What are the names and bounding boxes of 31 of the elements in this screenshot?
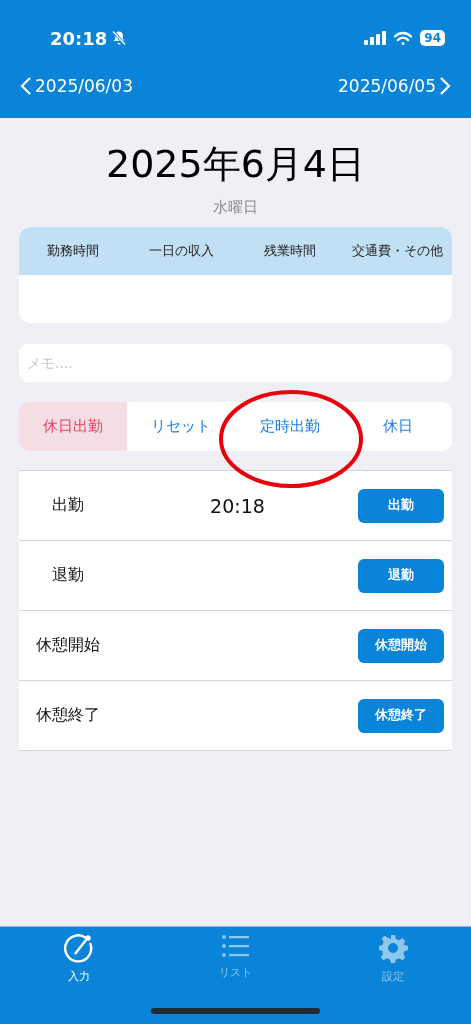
status-time: 20:18 xyxy=(50,27,108,49)
row-label: 退勤 xyxy=(51,565,85,586)
row-label: 出勤 xyxy=(51,495,85,516)
record-button[interactable]: 出勤 xyxy=(358,488,444,523)
segment-button[interactable]: 休日出勤 xyxy=(19,402,128,451)
row-label: 休憩終了 xyxy=(35,705,101,726)
record-button[interactable]: 休憩開始 xyxy=(358,628,444,663)
tab-bar-item[interactable]: リスト xyxy=(219,933,252,984)
weekday-label: 水曜日 xyxy=(212,198,259,217)
wifi-icon xyxy=(393,30,414,46)
column-header: 勤務時間 xyxy=(46,242,101,260)
bell-muted-icon xyxy=(111,30,128,46)
tab-bar-item[interactable]: 入力 xyxy=(63,933,94,984)
column-header: 交通費・その他 xyxy=(351,242,445,260)
pencil-icon xyxy=(63,933,94,963)
column-header: 一日の収入 xyxy=(147,242,215,260)
signal-icon xyxy=(364,31,387,45)
list-icon xyxy=(220,933,251,959)
chevron-right-icon xyxy=(439,76,451,96)
tab-bar-item[interactable]: 設定 xyxy=(377,933,408,984)
date-title: 2025年6月4日 xyxy=(104,141,367,188)
record-button[interactable]: 休憩終了 xyxy=(358,698,444,733)
record-button[interactable]: 退勤 xyxy=(358,558,444,593)
column-header: 残業時間 xyxy=(262,242,317,260)
time-value: 20:18 xyxy=(209,494,266,517)
battery-level: 94 xyxy=(420,30,445,46)
settings-icon xyxy=(377,933,408,963)
previous-day-button[interactable]: 2025/06/03 xyxy=(20,76,133,96)
chevron-left-icon xyxy=(20,76,32,96)
next-day-button[interactable]: 2025/06/05 xyxy=(338,76,451,96)
row-label: 休憩開始 xyxy=(35,635,101,656)
